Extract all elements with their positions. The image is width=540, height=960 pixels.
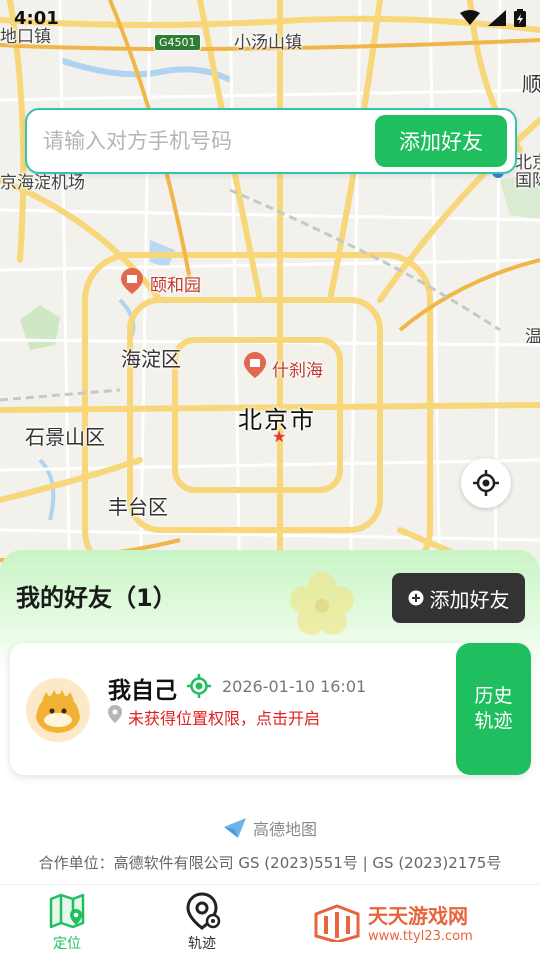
friend-card[interactable]: 我自己 2026-01-10 16:01 未获得位置权限，点击开启 历史 轨迹 xyxy=(10,643,531,775)
watermark-title: 天天游戏网 xyxy=(368,904,468,928)
phone-number-input[interactable] xyxy=(43,129,375,153)
map-view[interactable]: G4501 小汤山镇 地口镇 京海淀机场 北京 国际 顺 温 颐和园 海淀区 什… xyxy=(0,0,540,600)
add-friend-label: 添加好友 xyxy=(429,587,510,612)
map-label-haidian: 海淀区 xyxy=(121,347,181,371)
search-bar: 添加好友 xyxy=(25,108,517,174)
map-label-right-2: 国际 xyxy=(515,171,540,191)
map-label-shijingshan: 石景山区 xyxy=(25,425,105,449)
tab-locate-label: 定位 xyxy=(53,936,81,952)
friend-update-time: 2026-01-10 16:01 xyxy=(222,677,367,696)
tab-track[interactable]: 轨迹 xyxy=(162,891,242,953)
signal-icon xyxy=(488,10,506,26)
friend-name: 我自己 xyxy=(108,678,177,704)
poi-pin-icon xyxy=(121,268,143,294)
location-pin-icon xyxy=(108,705,122,723)
map-label-fengtai: 丰台区 xyxy=(108,495,168,519)
search-add-friend-button[interactable]: 添加好友 xyxy=(375,115,507,167)
map-label-right-4: 温 xyxy=(525,327,540,347)
site-watermark: 天天游戏网 www.ttyl23.com xyxy=(312,900,473,944)
avatar xyxy=(26,678,90,742)
map-label-right-3: 顺 xyxy=(522,72,540,96)
history-label-line1: 历史 xyxy=(474,685,513,707)
friends-title: 我的好友（1） xyxy=(16,584,177,612)
poi-pin-icon xyxy=(244,352,266,378)
history-track-button[interactable]: 历史 轨迹 xyxy=(456,643,531,775)
flower-decoration-icon xyxy=(290,572,354,635)
partner-info: 合作单位：高德软件有限公司 GS (2023)551号 | GS (2023)2… xyxy=(38,854,502,872)
wifi-icon xyxy=(460,10,480,25)
watermark-logo-icon xyxy=(314,904,360,942)
status-time: 4:01 xyxy=(14,7,59,29)
amap-logo-icon xyxy=(223,818,246,838)
crosshair-icon xyxy=(473,470,499,496)
status-bar: 4:01 xyxy=(0,0,540,36)
battery-icon xyxy=(514,9,526,27)
amap-name: 高德地图 xyxy=(252,820,317,839)
watermark-url: www.ttyl23.com xyxy=(368,929,473,944)
location-target-icon xyxy=(187,674,211,698)
tab-locate[interactable]: 定位 xyxy=(27,891,107,953)
map-roads xyxy=(0,0,540,600)
my-location-button[interactable] xyxy=(461,458,511,508)
permission-prompt-link[interactable]: 未获得位置权限，点击开启 xyxy=(128,705,320,729)
map-label-shichahai[interactable]: 什刹海 xyxy=(272,356,323,381)
amap-logo: 高德地图 xyxy=(0,816,540,840)
highway-shield: G4501 xyxy=(154,34,201,51)
tab-track-label: 轨迹 xyxy=(188,936,216,952)
track-pin-icon xyxy=(186,892,221,930)
map-label-yiheyuan[interactable]: 颐和园 xyxy=(150,271,201,296)
map-pin-icon xyxy=(49,893,85,929)
history-label-line2: 轨迹 xyxy=(474,710,513,732)
add-friend-button[interactable]: 添加好友 xyxy=(392,573,525,623)
city-star-icon: ★ xyxy=(272,427,287,446)
plus-circle-icon xyxy=(408,590,423,606)
